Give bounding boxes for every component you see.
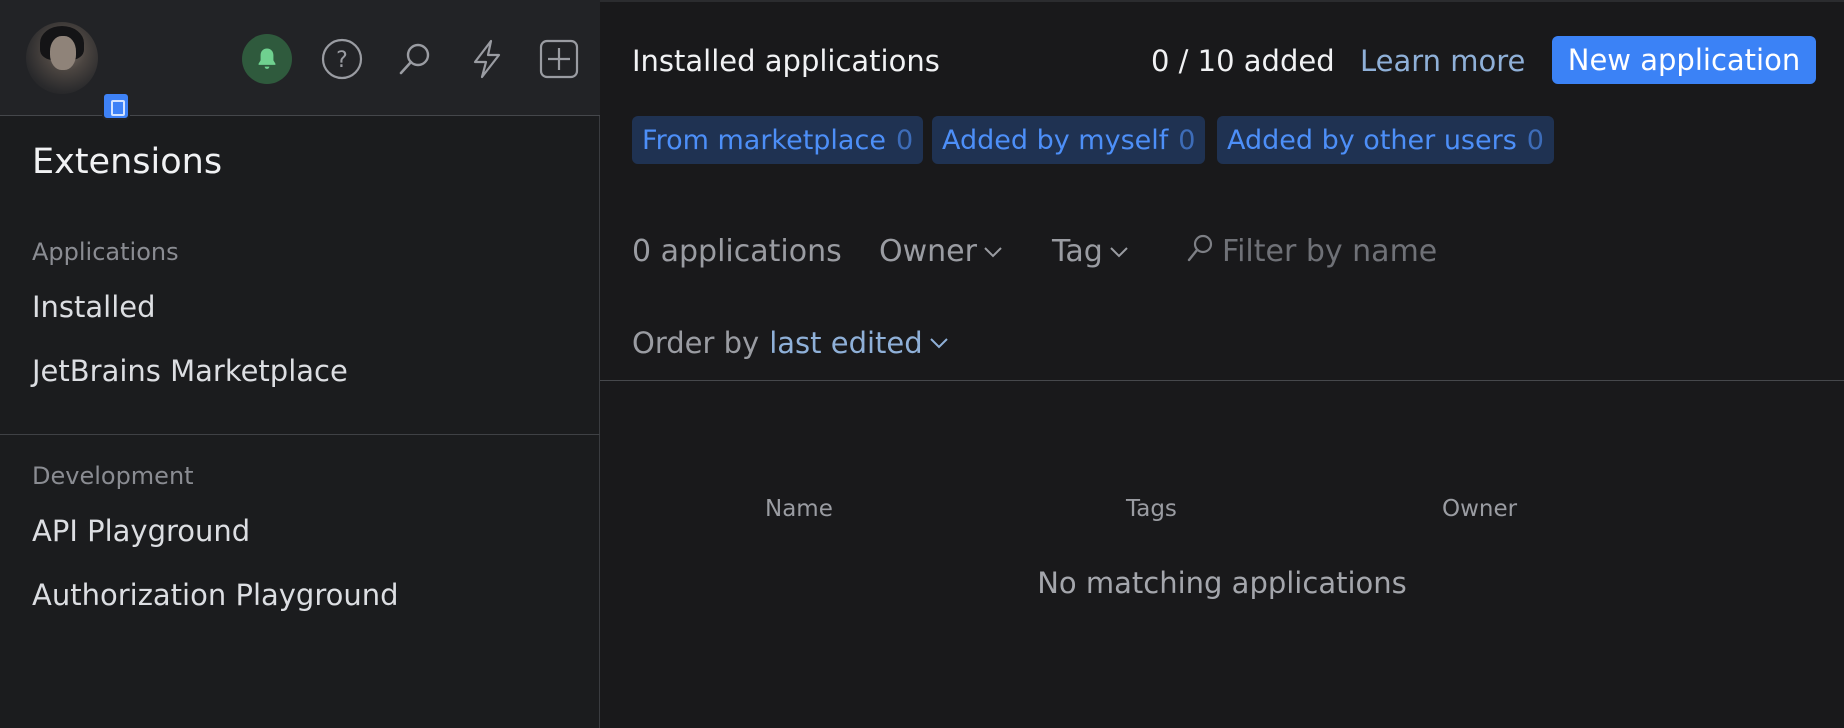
chevron-down-icon (984, 246, 1002, 257)
avatar[interactable] (26, 22, 130, 120)
column-header-owner: Owner (1442, 496, 1518, 522)
chip-label: Added by other users (1227, 124, 1517, 156)
owner-dropdown-label: Owner (879, 234, 977, 269)
help-icon: ? (321, 38, 363, 80)
search-button[interactable] (390, 34, 440, 84)
main-divider (600, 380, 1844, 381)
chip-count: 0 (1178, 124, 1196, 156)
avatar-face (50, 36, 76, 70)
owner-dropdown[interactable]: Owner (879, 234, 1003, 269)
chip-added-by-other-users[interactable]: Added by other users 0 (1217, 116, 1554, 164)
sidebar: ? Extensions Applications Installed JetB… (0, 0, 600, 728)
chip-count: 0 (1526, 124, 1544, 156)
tag-dropdown[interactable]: Tag (1052, 234, 1129, 269)
section-label-applications: Applications (32, 238, 179, 266)
org-badge-icon (102, 92, 130, 120)
sidebar-item-api-playground[interactable]: API Playground (32, 514, 250, 548)
page-title: Installed applications (632, 44, 940, 78)
tag-dropdown-label: Tag (1052, 234, 1103, 269)
search-icon (399, 43, 430, 75)
chip-added-by-myself[interactable]: Added by myself 0 (932, 116, 1206, 164)
sidebar-topbar: ? (0, 0, 600, 120)
new-application-button[interactable]: New application (1552, 36, 1816, 84)
chip-label: Added by myself (942, 124, 1169, 156)
chip-count: 0 (895, 124, 914, 156)
svg-text:?: ? (336, 48, 348, 73)
search-icon (1187, 234, 1213, 262)
order-by-value: last edited (769, 326, 923, 360)
added-count: 0 / 10 added (1151, 44, 1335, 78)
help-button[interactable]: ? (317, 34, 367, 84)
section-label-development: Development (32, 462, 194, 490)
order-by-label: Order by (632, 326, 760, 360)
chevron-down-icon (1110, 246, 1128, 257)
app-window: ? Extensions Applications Installed JetB… (0, 0, 1844, 728)
chip-from-marketplace[interactable]: From marketplace 0 (632, 116, 924, 164)
sidebar-item-authorization-playground[interactable]: Authorization Playground (32, 578, 399, 612)
automation-button[interactable] (462, 34, 512, 84)
sidebar-item-jetbrains-marketplace[interactable]: JetBrains Marketplace (32, 354, 348, 388)
plus-square-icon (539, 39, 579, 79)
main-content: Installed applications 0 / 10 added Lear… (600, 0, 1844, 728)
lightning-icon (473, 39, 501, 79)
column-header-tags: Tags (1126, 496, 1177, 522)
empty-state-message: No matching applications (1037, 566, 1407, 600)
notifications-button[interactable] (242, 34, 292, 84)
applications-count: 0 applications (632, 234, 842, 269)
chevron-down-icon (929, 338, 948, 349)
order-by-control: Order by last edited (632, 326, 949, 360)
learn-more-link[interactable]: Learn more (1360, 44, 1525, 78)
sidebar-divider (0, 434, 600, 435)
sidebar-item-installed[interactable]: Installed (32, 290, 156, 324)
filter-by-name-input[interactable] (1222, 228, 1462, 274)
bell-icon (258, 48, 276, 69)
column-header-name: Name (765, 496, 833, 522)
sidebar-title: Extensions (32, 142, 223, 182)
chip-label: From marketplace (642, 124, 886, 156)
order-by-dropdown[interactable]: last edited (769, 326, 948, 360)
create-button[interactable] (534, 34, 584, 84)
